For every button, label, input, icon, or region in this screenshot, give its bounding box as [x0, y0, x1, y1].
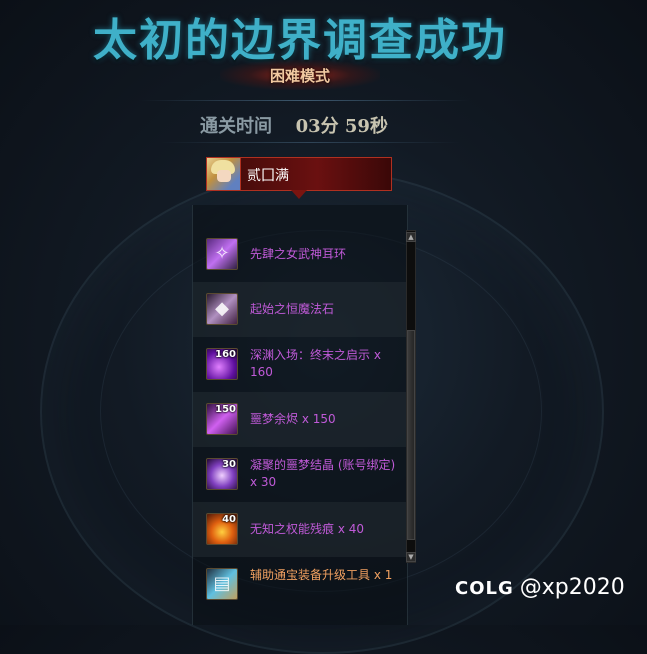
list-item[interactable]: 30 凝聚的噩梦结晶 (账号绑定) x 30 — [193, 447, 407, 502]
list-item[interactable]: ✧ 先肆之女武神耳环 — [193, 227, 407, 282]
clear-time-value: 03分 59秒 — [295, 116, 388, 137]
earring-icon: ✧ — [206, 238, 238, 270]
nightmare-ember-icon: 150 — [206, 403, 238, 435]
reward-name: 噩梦余烬 x 150 — [250, 412, 336, 426]
magic-stone-icon: ◆ — [206, 293, 238, 325]
difficulty-badge: 困难模式 — [220, 60, 380, 90]
player-tab-pointer — [291, 190, 307, 199]
upgrade-tool-icon: ▤ — [206, 568, 238, 600]
reward-name: 凝聚的噩梦结晶 (账号绑定) x 30 — [250, 458, 396, 489]
scroll-thumb[interactable] — [407, 330, 415, 540]
result-title: 太初的边界调查成功 — [93, 15, 507, 66]
reward-name: 辅助通宝装备升级工具 x 1 — [250, 568, 393, 582]
list-item[interactable]: ▤ 辅助通宝装备升级工具 x 1 — [193, 557, 407, 612]
reward-name: 深渊入场：终末之启示 x 160 — [250, 348, 381, 379]
clear-time: 通关时间 03分 59秒 — [200, 112, 430, 138]
list-item[interactable]: 40 无知之权能残痕 x 40 — [193, 502, 407, 557]
reward-list: ✧ 先肆之女武神耳环 ◆ 起始之恒魔法石 160 深渊入场：终末之启示 x 16… — [192, 205, 408, 625]
reward-name: 无知之权能残痕 x 40 — [250, 522, 365, 536]
nightmare-crystal-icon: 30 — [206, 458, 238, 490]
header-divider — [140, 100, 470, 101]
list-item[interactable]: 150 噩梦余烬 x 150 — [193, 392, 407, 447]
player-name: 贰囗满 — [247, 168, 289, 184]
abyss-ticket-icon: 160 — [206, 348, 238, 380]
scroll-up-icon[interactable]: ▲ — [406, 232, 416, 242]
difficulty-label: 困难模式 — [269, 67, 330, 85]
avatar — [207, 158, 241, 190]
list-item[interactable]: 160 深渊入场：终末之启示 x 160 — [193, 337, 407, 392]
clear-time-label: 通关时间 — [200, 116, 272, 137]
watermark: COLG @xp2020 — [455, 575, 625, 600]
reward-name: 起始之恒魔法石 — [250, 302, 335, 316]
list-item[interactable]: ◆ 起始之恒魔法石 — [193, 282, 407, 337]
reward-name: 先肆之女武神耳环 — [250, 247, 347, 261]
power-trace-icon: 40 — [206, 513, 238, 545]
watermark-logo: COLG — [455, 578, 514, 599]
scroll-down-icon[interactable]: ▼ — [406, 552, 416, 562]
player-tab[interactable]: 贰囗满 — [206, 157, 392, 191]
watermark-handle: @xp2020 — [519, 575, 625, 600]
clear-time-divider — [160, 142, 460, 143]
